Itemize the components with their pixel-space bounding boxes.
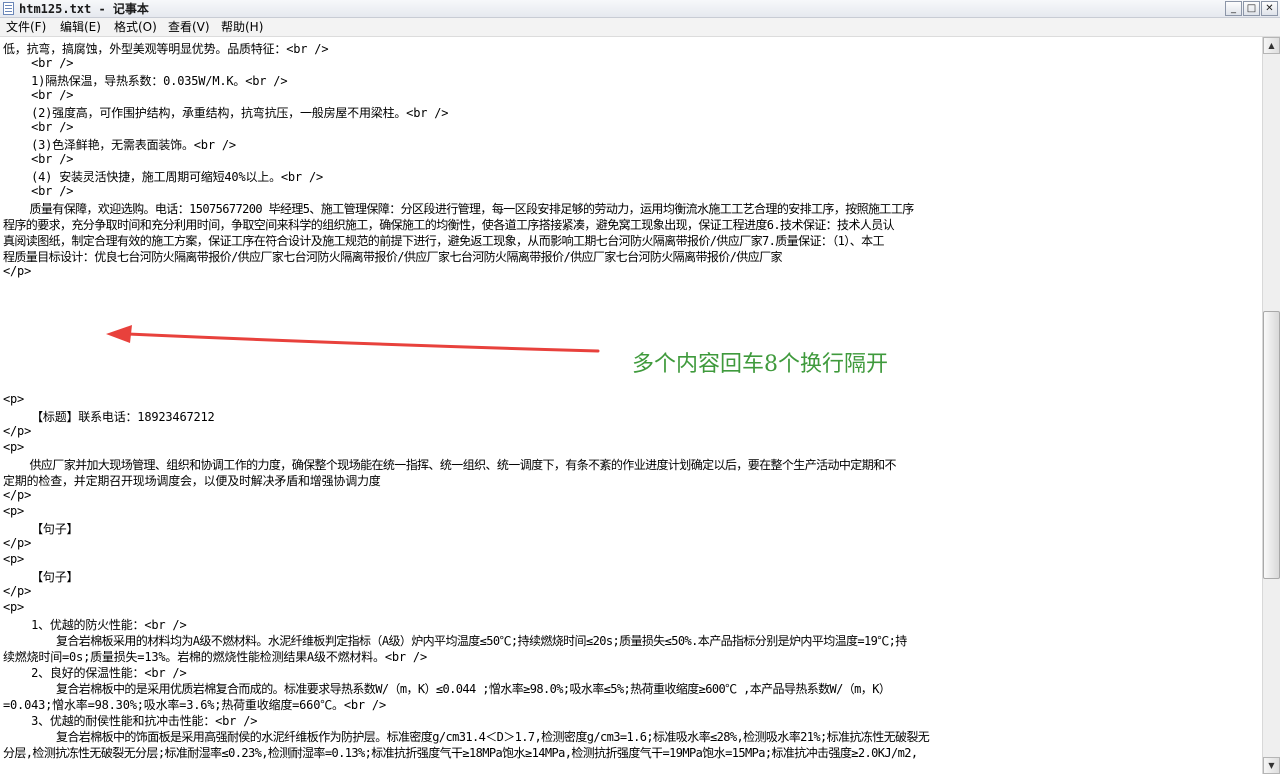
text-line: 【句子】 — [3, 570, 79, 584]
text-line: 【句子】 — [3, 522, 79, 536]
menu-file[interactable]: 文件(F) — [6, 18, 46, 36]
text-line: 定期的检查，并定期召开现场调度会，以便及时解决矛盾和增强协调力度 — [3, 474, 381, 488]
text-line: </p> — [3, 424, 32, 438]
text-line: <p> — [3, 600, 25, 614]
text-line: (4) 安装灵活快捷，施工周期可缩短40%以上。<br /> — [3, 170, 324, 184]
text-line: <p> — [3, 504, 25, 518]
text-line: 复合岩棉板中的饰面板是采用高强耐侯的水泥纤维板作为防护层。标准密度g/cm31.… — [3, 730, 930, 744]
text-line: 1、优越的防火性能：<br /> — [3, 618, 187, 632]
text-line: 2、良好的保温性能：<br /> — [3, 666, 187, 680]
maximize-button[interactable]: □ — [1243, 1, 1260, 16]
notepad-icon — [3, 2, 14, 15]
text-line: (2)强度高，可作围护结构，承重结构，抗弯抗压，一般房屋不用梁柱。<br /> — [3, 106, 449, 120]
title-bar[interactable]: htm125.txt - 记事本 _ □ ✕ — [0, 0, 1280, 18]
vertical-scrollbar[interactable]: ▲ ▼ — [1262, 37, 1280, 774]
text-editor-area[interactable]: 低，抗弯，搞腐蚀，外型美观等明显优势。品质特征：<br /> <br /> 1)… — [0, 37, 1262, 774]
arrow-shaft — [126, 332, 600, 353]
text-line: <br /> — [3, 88, 74, 102]
scroll-up-button[interactable]: ▲ — [1263, 37, 1280, 54]
text-line: 【标题】联系电话：18923467212 — [3, 410, 215, 424]
notepad-window: htm125.txt - 记事本 _ □ ✕ 文件(F) 编辑(E) 格式(O)… — [0, 0, 1280, 774]
arrow-head — [106, 325, 132, 343]
text-line: </p> — [3, 488, 32, 502]
minimize-button[interactable]: _ — [1225, 1, 1242, 16]
text-line: <br /> — [3, 56, 74, 70]
text-line: <br /> — [3, 152, 74, 166]
text-line: </p> — [3, 584, 32, 598]
text-line: 真阅读图纸，制定合理有效的施工方案，保证工序在符合设计及施工规范的前提下进行，避… — [3, 234, 885, 248]
text-line: 程质量目标设计：优良七台河防火隔离带报价/供应厂家七台河防火隔离带报价/供应厂家… — [3, 250, 783, 264]
text-line: <br /> — [3, 120, 74, 134]
scroll-thumb[interactable] — [1263, 311, 1280, 579]
close-button[interactable]: ✕ — [1261, 1, 1278, 16]
text-line: <p> — [3, 392, 25, 406]
text-line: 3、优越的耐侯性能和抗冲击性能：<br /> — [3, 714, 258, 728]
annotation-text: 多个内容回车8个换行隔开 — [632, 352, 888, 377]
text-line: 复合岩棉板采用的材料均为A级不燃材料。水泥纤维板判定指标（A级）炉内平均温度≤5… — [3, 634, 907, 648]
text-line: </p> — [3, 536, 32, 550]
menu-view[interactable]: 查看(V) — [168, 18, 210, 36]
text-line: 复合岩棉板中的是采用优质岩棉复合而成的。标准要求导热系数W/（m，K）≤0.04… — [3, 682, 891, 696]
text-line: 续燃烧时间=0s;质量损失=13%。岩棉的燃烧性能检测结果A级不燃材料。<br … — [3, 650, 427, 664]
text-line: 分层,检测抗冻性无破裂无分层;标准耐湿率≤0.23%,检测耐湿率=0.13%;标… — [3, 746, 918, 760]
text-line: 1)隔热保温，导热系数：0.035W/M.K。<br /> — [3, 74, 288, 88]
text-line: 质量有保障，欢迎选购。电话：15075677200 毕经理5、施工管理保障：分区… — [3, 202, 914, 216]
text-line: <p> — [3, 440, 25, 454]
text-line: <p> — [3, 552, 25, 566]
text-line: 程序的要求，充分争取时间和充分利用时间，争取空间来科学的组织施工，确保施工的均衡… — [3, 218, 895, 232]
text-line: <br /> — [3, 184, 74, 198]
text-line: (3)色泽鲜艳，无需表面装饰。<br /> — [3, 138, 236, 152]
text-line: =0.043;憎水率=98.30%;吸水率=3.6%;热荷重收缩度=660℃。<… — [3, 698, 386, 712]
text-line: 供应厂家并加大现场管理、组织和协调工作的力度，确保整个现场能在统一指挥、统一组织… — [3, 458, 896, 472]
menu-bar: 文件(F) 编辑(E) 格式(O) 查看(V) 帮助(H) — [0, 18, 1280, 37]
text-line: </p> — [3, 264, 32, 278]
menu-help[interactable]: 帮助(H) — [221, 18, 263, 36]
scroll-down-button[interactable]: ▼ — [1263, 757, 1280, 774]
menu-edit[interactable]: 编辑(E) — [60, 18, 101, 36]
window-title: htm125.txt - 记事本 — [19, 2, 149, 16]
menu-format[interactable]: 格式(O) — [114, 18, 157, 36]
text-line: 低，抗弯，搞腐蚀，外型美观等明显优势。品质特征：<br /> — [3, 42, 329, 56]
arrow-annotation — [106, 325, 600, 353]
